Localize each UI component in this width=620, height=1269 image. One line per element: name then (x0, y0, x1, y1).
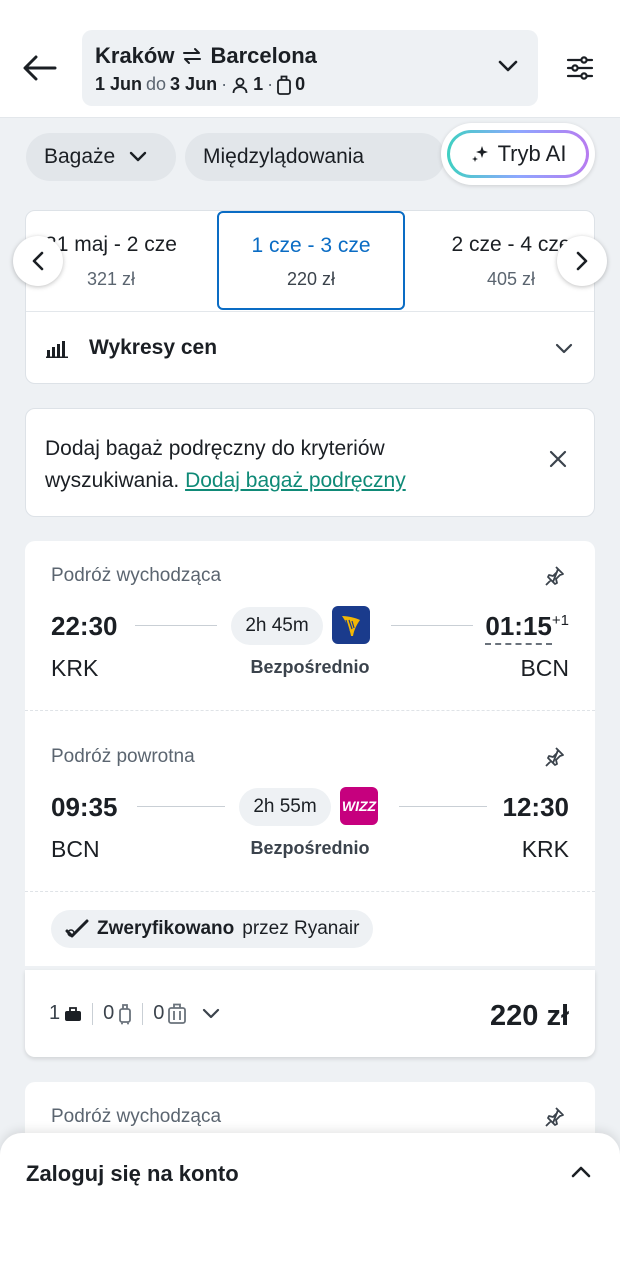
route-line (391, 625, 473, 626)
verified-label: Zweryfikowano (97, 918, 235, 939)
verified-badge: Zweryfikowano przez Ryanair (51, 910, 374, 948)
date-from: 1 Jun (95, 74, 143, 94)
date-price: 220 zł (286, 269, 336, 289)
baggage-summary[interactable]: 1 0 0 (49, 1002, 220, 1025)
divider (25, 891, 595, 892)
chevron-left-icon (32, 251, 44, 271)
arrival-airport: KRK (521, 836, 569, 862)
chevron-down-icon (203, 1008, 220, 1018)
date-to: 3 Jun (170, 74, 218, 94)
stops-label: Bezpośrednio (250, 657, 370, 677)
filter-chips: Bagaże Międzylądowania Tryb AI (0, 123, 620, 186)
cabin-bag-notice: Dodaj bagaż podręczny do kryteriów wyszu… (25, 408, 595, 517)
trip-details: 1 Jun do 3 Jun · 1 · 0 (95, 74, 305, 95)
bags-filter-chip[interactable]: Bagaże (26, 133, 176, 181)
cabin-bag-count: 0 (103, 1002, 115, 1024)
chevron-down-icon (555, 343, 573, 354)
itinerary-card[interactable]: Podróż wychodząca 22:30 2h 45m 01:15+1 K… (25, 541, 595, 966)
chevron-down-icon (498, 60, 518, 72)
duration-badge: 2h 45m (231, 607, 323, 645)
personal-item-count: 1 (49, 1002, 61, 1024)
route-line (399, 806, 487, 807)
pin-icon[interactable] (543, 565, 565, 587)
leg-title: Podróż wychodząca (51, 565, 222, 586)
search-summary[interactable]: Kraków Barcelona 1 Jun do 3 Jun · 1 · 0 (82, 30, 538, 106)
bar-chart-icon (46, 341, 68, 358)
passenger-count: 1 (253, 74, 264, 94)
date-selector-card: 31 maj - 2 cze 321 zł 1 cze - 3 cze 220 … (25, 210, 595, 384)
prev-dates-button[interactable] (13, 236, 63, 286)
login-sheet[interactable]: Zaloguj się na konto (0, 1133, 620, 1269)
stops-filter-chip[interactable]: Międzylądowania (185, 133, 445, 181)
sliders-icon (566, 56, 594, 80)
separator-dot: · (267, 74, 274, 94)
add-cabin-bag-link[interactable]: Dodaj bagaż podręczny (185, 469, 406, 492)
ai-mode-label: Tryb AI (497, 141, 567, 166)
suitcase-icon (168, 1003, 187, 1024)
price-charts-label: Wykresy cen (89, 336, 218, 359)
arrow-left-icon (23, 55, 57, 81)
person-icon (232, 77, 248, 93)
price-row[interactable]: 1 0 0 220 zł (25, 970, 595, 1057)
next-dates-button[interactable] (557, 236, 607, 286)
harp-icon (342, 616, 360, 636)
cabin-bag: 0 (93, 1002, 142, 1025)
stops-filter-label: Międzylądowania (203, 145, 365, 168)
filters-button[interactable] (560, 48, 600, 88)
cabin-bag-icon (119, 1003, 132, 1024)
personal-item: 1 (49, 1002, 92, 1025)
back-button[interactable] (20, 48, 60, 88)
pin-icon[interactable] (543, 1106, 565, 1128)
stops-label: Bezpośrednio (250, 838, 370, 858)
route-line (137, 806, 225, 807)
separator-dot: · (221, 74, 228, 94)
luggage-icon (277, 75, 291, 95)
date-range: 1 cze - 3 cze (251, 234, 371, 257)
date-option-selected[interactable]: 1 cze - 3 cze 220 zł (217, 211, 405, 310)
chevron-up-icon[interactable] (570, 1163, 592, 1179)
handbag-icon (65, 1006, 82, 1021)
total-price: 220 zł (490, 1000, 569, 1032)
notice-text: Dodaj bagaż podręczny do kryteriów wyszu… (45, 433, 505, 497)
return-leg: Podróż powrotna 09:35 2h 55m WIZZ 12:30 … (25, 722, 595, 903)
ai-mode-pill: Tryb AI (447, 130, 589, 178)
checked-bag: 0 (143, 1002, 196, 1025)
swap-arrows-icon (183, 48, 202, 64)
origin-city: Kraków (95, 43, 175, 68)
close-icon[interactable] (548, 449, 568, 469)
sparkle-icon (471, 146, 488, 162)
duration-badge: 2h 55m (239, 788, 331, 826)
ai-mode-button[interactable]: Tryb AI (441, 123, 595, 185)
outbound-leg: Podróż wychodząca 22:30 2h 45m 01:15+1 K… (25, 541, 595, 722)
route-title: Kraków Barcelona (95, 43, 317, 69)
arrival-airport: BCN (520, 655, 569, 681)
departure-time: 22:30 (51, 611, 118, 641)
chevron-down-icon (130, 151, 147, 162)
arrival-time: 01:15+1 (485, 611, 569, 645)
header: Kraków Barcelona 1 Jun do 3 Jun · 1 · 0 (0, 0, 620, 118)
next-day-badge: +1 (551, 612, 569, 629)
bag-count: 0 (295, 74, 306, 94)
leg-title: Podróż powrotna (51, 746, 195, 767)
leg-title: Podróż wychodząca (51, 1106, 222, 1127)
price-charts-row[interactable]: Wykresy cen (26, 312, 594, 383)
checked-bag-count: 0 (153, 1002, 165, 1024)
verified-by: przez Ryanair (242, 918, 360, 939)
date-separator: do (146, 74, 167, 94)
departure-time: 09:35 (51, 792, 118, 822)
pin-icon[interactable] (543, 746, 565, 768)
ryanair-logo (332, 606, 370, 644)
bags-filter-label: Bagaże (44, 145, 116, 168)
destination-city: Barcelona (210, 43, 317, 68)
divider (25, 710, 595, 711)
wizzair-logo: WIZZ (340, 787, 378, 825)
arrival-time: 12:30 (502, 792, 570, 822)
login-title: Zaloguj się na konto (26, 1161, 239, 1186)
route-line (135, 625, 217, 626)
verified-check-icon (65, 919, 89, 938)
arrival-time-value: 01:15 (485, 611, 552, 645)
chevron-right-icon (576, 251, 588, 271)
